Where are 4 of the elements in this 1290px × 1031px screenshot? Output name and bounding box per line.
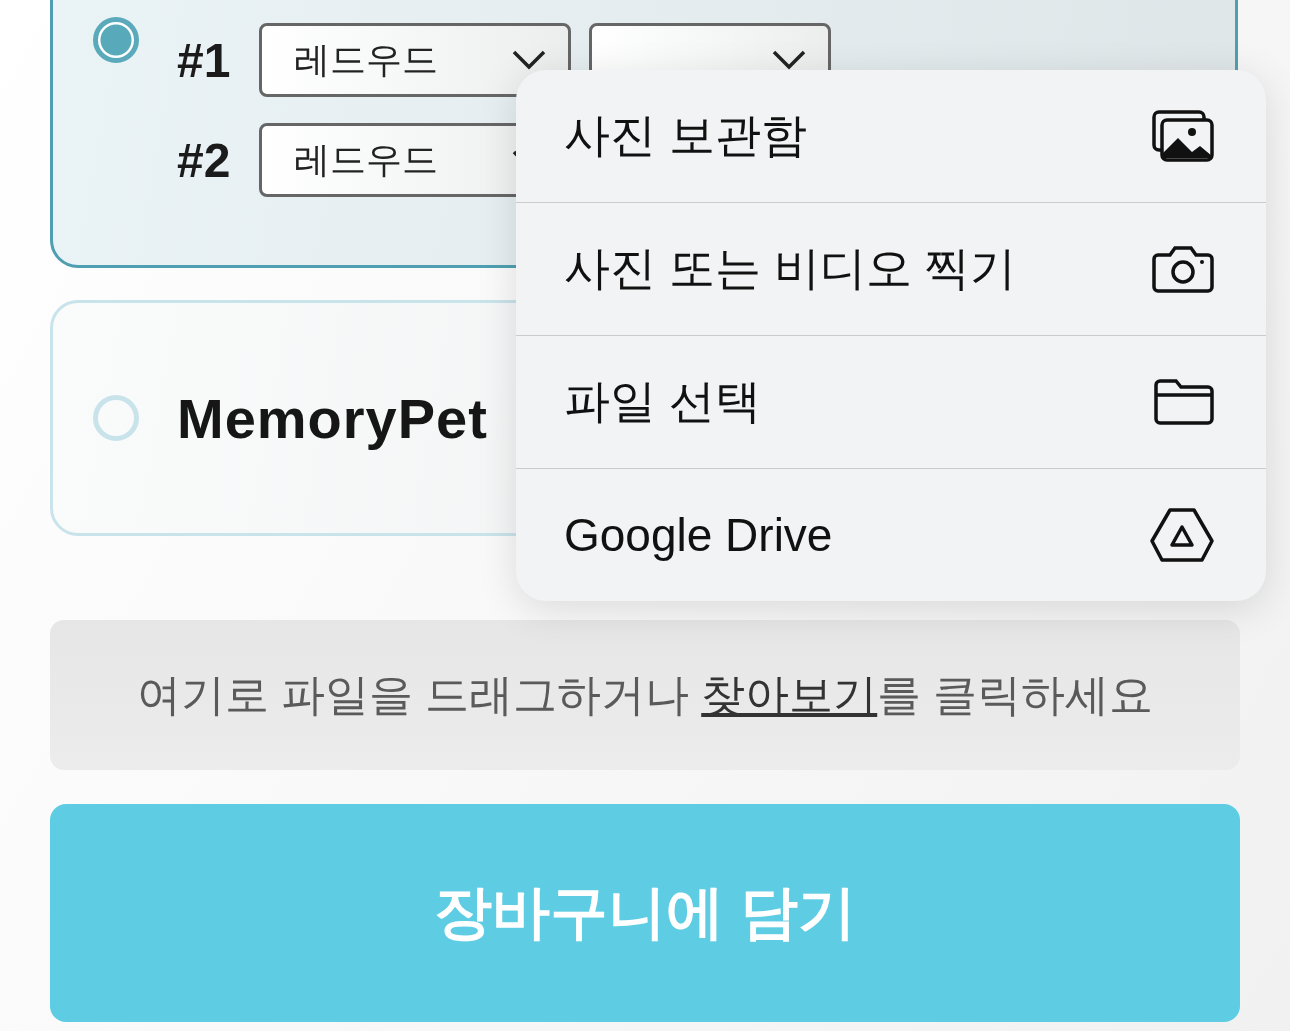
product-title: MemoryPet	[177, 385, 488, 451]
line-number: #2	[177, 132, 232, 188]
drop-hint: 여기로 파일을 드래그하거나 찾아보기 를 클릭하세요	[136, 668, 1154, 721]
line-number: #1	[177, 32, 232, 88]
